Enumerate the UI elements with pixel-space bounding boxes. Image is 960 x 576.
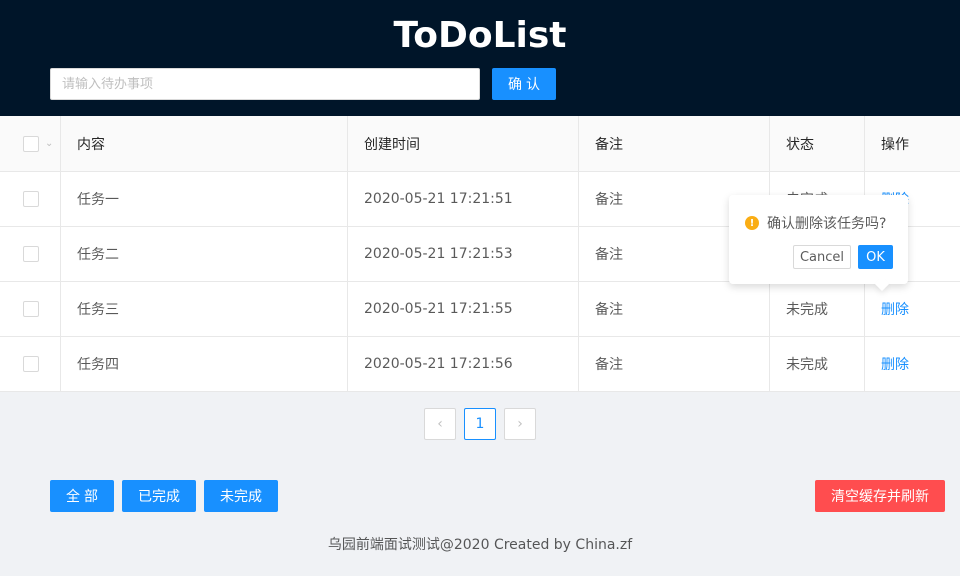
select-all-cell[interactable]: ⌄ — [0, 116, 61, 171]
app-title: ToDoList — [393, 15, 567, 56]
clear-cache-button[interactable]: 清空缓存并刷新 — [815, 480, 945, 512]
delete-popconfirm: ! 确认删除该任务吗? Cancel OK — [729, 195, 908, 292]
row-checkbox[interactable] — [23, 246, 39, 262]
chevron-right-icon[interactable]: › — [504, 408, 536, 440]
delete-link[interactable]: 删除 — [881, 299, 909, 319]
task-status: 未完成 — [770, 282, 865, 336]
page-number-button[interactable]: 1 — [464, 408, 496, 440]
filter-undone-button[interactable]: 未完成 — [204, 480, 278, 512]
row-checkbox[interactable] — [23, 191, 39, 207]
task-content: 任务二 — [61, 227, 348, 281]
table-header-row: ⌄ 内容 创建时间 备注 状态 操作 — [0, 116, 960, 172]
select-all-checkbox[interactable] — [23, 135, 39, 152]
todo-input[interactable] — [50, 68, 480, 100]
filter-done-button[interactable]: 已完成 — [122, 480, 196, 512]
chevron-down-icon[interactable]: ⌄ — [45, 138, 53, 149]
task-note: 备注 — [579, 282, 770, 336]
popconfirm-message: 确认删除该任务吗? — [767, 216, 887, 232]
task-content: 任务一 — [61, 172, 348, 226]
task-time: 2020-05-21 17:21:53 — [348, 227, 579, 281]
task-time: 2020-05-21 17:21:55 — [348, 282, 579, 336]
column-header-note: 备注 — [579, 116, 770, 171]
task-time: 2020-05-21 17:21:56 — [348, 337, 579, 391]
task-content: 任务四 — [61, 337, 348, 391]
column-header-time: 创建时间 — [348, 116, 579, 171]
row-checkbox[interactable] — [23, 301, 39, 317]
column-header-action: 操作 — [881, 136, 909, 153]
column-header-status: 状态 — [770, 116, 865, 171]
pagination: ‹ 1 › — [424, 408, 536, 440]
delete-link[interactable]: 删除 — [881, 354, 909, 374]
task-time: 2020-05-21 17:21:51 — [348, 172, 579, 226]
filter-all-button[interactable]: 全部 — [50, 480, 114, 512]
app-header: ToDoList 确认 — [0, 0, 960, 116]
cancel-button[interactable]: Cancel — [793, 245, 851, 269]
table-row: 任务四 2020-05-21 17:21:56 备注 未完成 删除 — [0, 337, 960, 392]
row-checkbox[interactable] — [23, 356, 39, 372]
table-row: 任务三 2020-05-21 17:21:55 备注 未完成 删除 — [0, 282, 960, 337]
exclamation-icon: ! — [745, 216, 759, 230]
task-note: 备注 — [579, 337, 770, 391]
task-content: 任务三 — [61, 282, 348, 336]
column-header-content: 内容 — [61, 116, 348, 171]
ok-button[interactable]: OK — [858, 245, 893, 269]
confirm-button[interactable]: 确认 — [492, 68, 556, 100]
footer-text: 乌园前端面试测试@2020 Created by China.zf — [327, 537, 633, 553]
chevron-left-icon[interactable]: ‹ — [424, 408, 456, 440]
task-status: 未完成 — [770, 337, 865, 391]
